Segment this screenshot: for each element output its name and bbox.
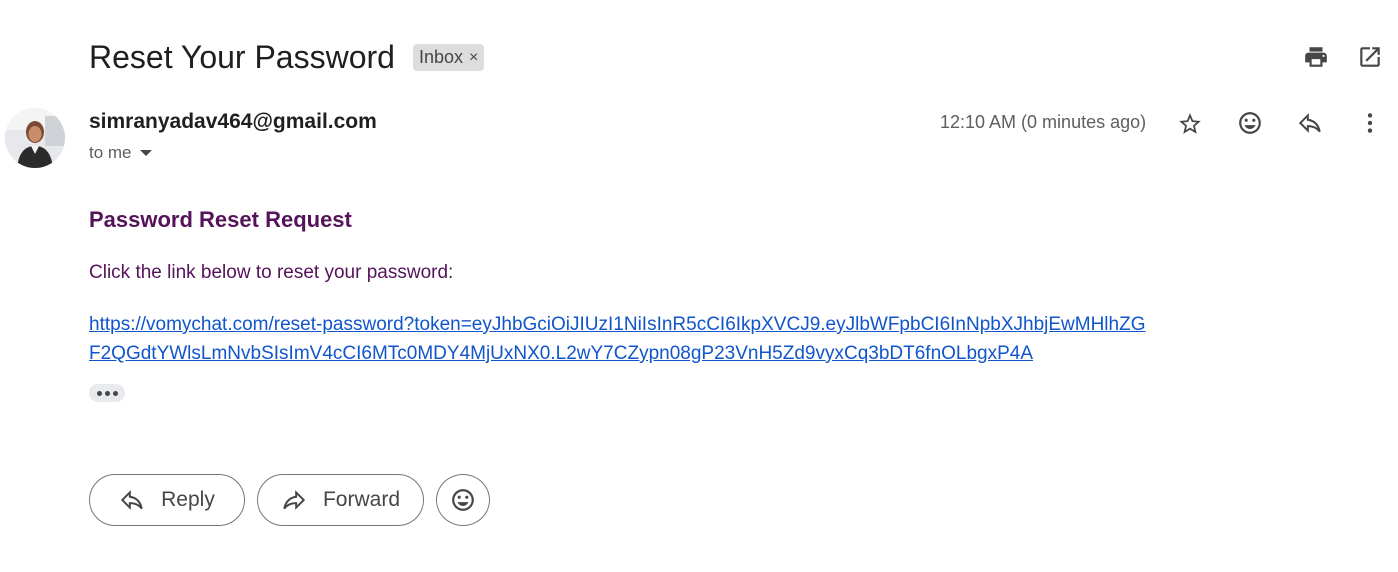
show-trimmed-content-button[interactable] <box>89 384 125 402</box>
reset-link-line-2[interactable]: F2QGdtYWlsLmNvbSIsImV4cCI6MTc0MDY4MjUxNX… <box>89 339 1189 368</box>
dot <box>104 390 110 396</box>
open-new-window-icon <box>1360 47 1380 67</box>
forward-label: Forward <box>322 488 401 511</box>
body-text: Click the link below to reset your passw… <box>89 262 454 283</box>
reset-password-link[interactable]: https://vomychat.com/reset-password?toke… <box>89 310 1189 368</box>
reply-icon <box>121 490 143 510</box>
email-timestamp: 12:10 AM (0 minutes ago) <box>940 112 1147 132</box>
print-icon <box>1305 47 1327 67</box>
sender-email[interactable]: simranyadav464@gmail.com <box>89 110 377 134</box>
recipient-line: to me <box>89 143 152 163</box>
emoji-icon <box>1239 112 1261 134</box>
open-new-window-button[interactable] <box>1350 37 1390 77</box>
forward-icon <box>283 490 306 510</box>
sender-avatar[interactable] <box>5 108 65 168</box>
recipient-text: to me <box>89 143 132 162</box>
reply-icon <box>1298 113 1321 133</box>
print-button[interactable] <box>1296 37 1336 77</box>
star-icon <box>1179 113 1201 134</box>
emoji-reaction-button[interactable] <box>436 474 490 526</box>
more-vert-icon <box>1367 113 1373 133</box>
email-view: Reset Your Password Inbox × simranyadav4… <box>0 0 1398 572</box>
body-heading: Password Reset Request <box>89 207 352 232</box>
reply-icon-button[interactable] <box>1290 103 1330 143</box>
avatar-image <box>5 108 65 168</box>
forward-button[interactable]: Forward <box>257 474 424 526</box>
dot <box>96 390 102 396</box>
reply-button[interactable]: Reply <box>89 474 245 526</box>
inbox-label-chip[interactable]: Inbox × <box>413 44 485 71</box>
reset-link-line-1[interactable]: https://vomychat.com/reset-password?toke… <box>89 310 1189 339</box>
email-subject: Reset Your Password <box>89 39 395 75</box>
emoji-icon <box>452 489 474 511</box>
add-reaction-button[interactable] <box>1230 103 1270 143</box>
chevron-down-icon[interactable] <box>139 150 152 156</box>
dot <box>112 390 118 396</box>
remove-label-button[interactable]: × <box>469 49 478 67</box>
more-options-button[interactable] <box>1350 103 1390 143</box>
star-button[interactable] <box>1170 104 1210 144</box>
label-text: Inbox <box>419 47 464 67</box>
reply-label: Reply <box>161 488 215 511</box>
